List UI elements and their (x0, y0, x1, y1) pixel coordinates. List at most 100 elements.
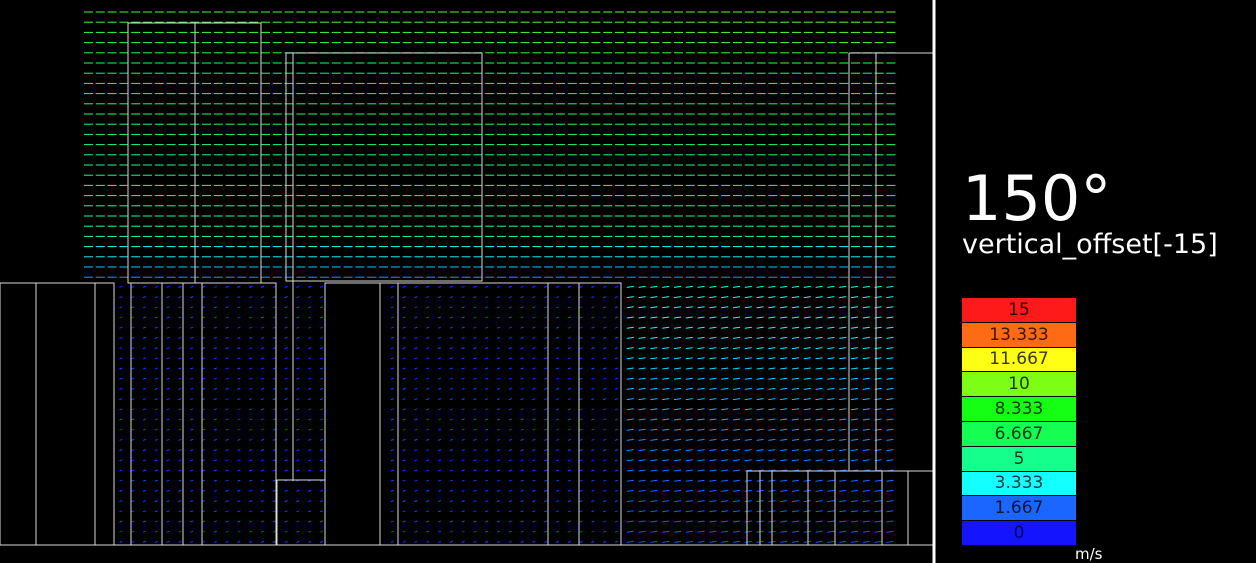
velocity-arrow (261, 450, 264, 451)
velocity-arrow (768, 419, 775, 420)
velocity-arrow (816, 317, 823, 318)
velocity-arrow (603, 327, 606, 328)
velocity-arrow (296, 327, 299, 328)
velocity-arrow (768, 286, 775, 287)
velocity-arrow (285, 297, 288, 298)
velocity-arrow (745, 327, 752, 328)
velocity-arrow (273, 429, 276, 430)
velocity-arrow (214, 286, 217, 287)
velocity-arrow (308, 429, 311, 430)
velocity-arrow (521, 368, 524, 369)
velocity-arrow (839, 531, 846, 532)
velocity-arrow (556, 388, 559, 389)
velocity-arrow (580, 348, 583, 349)
velocity-arrow (580, 307, 583, 308)
velocity-arrow (662, 470, 669, 471)
velocity-arrow (886, 358, 893, 359)
velocity-arrow (485, 439, 488, 440)
velocity-arrow (827, 317, 834, 318)
velocity-arrow (391, 470, 394, 471)
velocity-arrow (155, 419, 158, 420)
velocity-arrow (155, 429, 158, 430)
velocity-arrow (580, 521, 583, 522)
velocity-arrow (143, 439, 146, 440)
velocity-arrow (757, 388, 764, 389)
velocity-arrow (686, 378, 693, 379)
velocity-arrow (214, 348, 217, 349)
velocity-arrow (698, 439, 705, 440)
velocity-arrow (438, 297, 441, 298)
velocity-arrow (615, 327, 618, 328)
velocity-arrow (792, 419, 799, 420)
velocity-arrow (627, 327, 634, 328)
velocity-arrow (603, 531, 606, 532)
velocity-arrow (556, 327, 559, 328)
velocity-arrow (603, 439, 606, 440)
velocity-arrow (650, 511, 657, 512)
velocity-arrow (391, 378, 394, 379)
velocity-arrow (190, 327, 193, 328)
velocity-arrow (544, 358, 547, 359)
velocity-arrow (839, 368, 846, 369)
velocity-arrow (450, 358, 453, 359)
velocity-arrow (155, 358, 158, 359)
velocity-arrow (273, 521, 276, 522)
velocity-arrow (733, 429, 740, 430)
velocity-arrow (320, 541, 323, 542)
velocity-arrow (686, 521, 693, 522)
velocity-arrow (131, 501, 134, 502)
velocity-arrow (698, 409, 705, 410)
velocity-arrow (403, 378, 406, 379)
velocity-arrow (532, 297, 535, 298)
velocity-arrow (780, 317, 787, 318)
velocity-arrow (143, 531, 146, 532)
velocity-arrow (721, 439, 728, 440)
velocity-arrow (131, 317, 134, 318)
velocity-arrow (745, 368, 752, 369)
velocity-arrow (804, 388, 811, 389)
velocity-arrow (249, 388, 252, 389)
velocity-arrow (568, 399, 571, 400)
velocity-arrow (426, 286, 429, 287)
velocity-arrow (686, 429, 693, 430)
velocity-arrow (296, 501, 299, 502)
velocity-arrow (886, 307, 893, 308)
velocity-arrow (403, 286, 406, 287)
velocity-arrow (261, 286, 264, 287)
velocity-arrow (119, 541, 122, 542)
velocity-arrow (426, 388, 429, 389)
velocity-arrow (733, 307, 740, 308)
velocity-arrow (143, 450, 146, 451)
velocity-arrow (780, 531, 787, 532)
velocity-arrow (650, 439, 657, 440)
velocity-arrow (757, 409, 764, 410)
velocity-arrow (438, 307, 441, 308)
velocity-arrow (780, 327, 787, 328)
velocity-arrow (473, 511, 476, 512)
velocity-arrow (190, 501, 193, 502)
velocity-arrow (768, 460, 775, 461)
velocity-arrow (804, 307, 811, 308)
velocity-arrow (875, 490, 882, 491)
velocity-arrow (544, 378, 547, 379)
velocity-arrow (249, 541, 252, 542)
velocity-arrow (509, 337, 512, 338)
velocity-arrow (273, 327, 276, 328)
velocity-arrow (863, 419, 870, 420)
velocity-arrow (639, 409, 646, 410)
velocity-arrow (450, 327, 453, 328)
velocity-arrow (119, 286, 122, 287)
velocity-arrow (851, 541, 858, 542)
velocity-arrow (816, 286, 823, 287)
velocity-arrow (851, 460, 858, 461)
velocity-arrow (285, 419, 288, 420)
velocity-arrow (615, 399, 618, 400)
velocity-arrow (485, 348, 488, 349)
velocity-arrow (485, 327, 488, 328)
velocity-arrow (580, 358, 583, 359)
velocity-arrow (662, 378, 669, 379)
velocity-arrow (237, 399, 240, 400)
velocity-arrow (438, 521, 441, 522)
velocity-arrow (237, 429, 240, 430)
velocity-arrow (497, 531, 500, 532)
